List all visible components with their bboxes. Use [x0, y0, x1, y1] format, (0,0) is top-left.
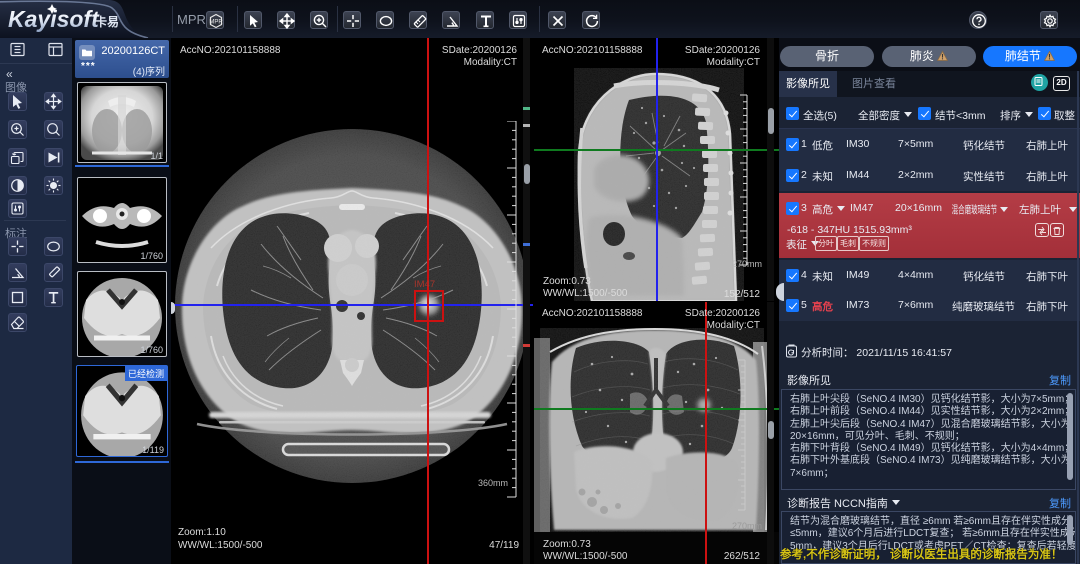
- svg-text:MPR: MPR: [209, 20, 223, 26]
- svg-text:卡易: 卡易: [95, 14, 119, 29]
